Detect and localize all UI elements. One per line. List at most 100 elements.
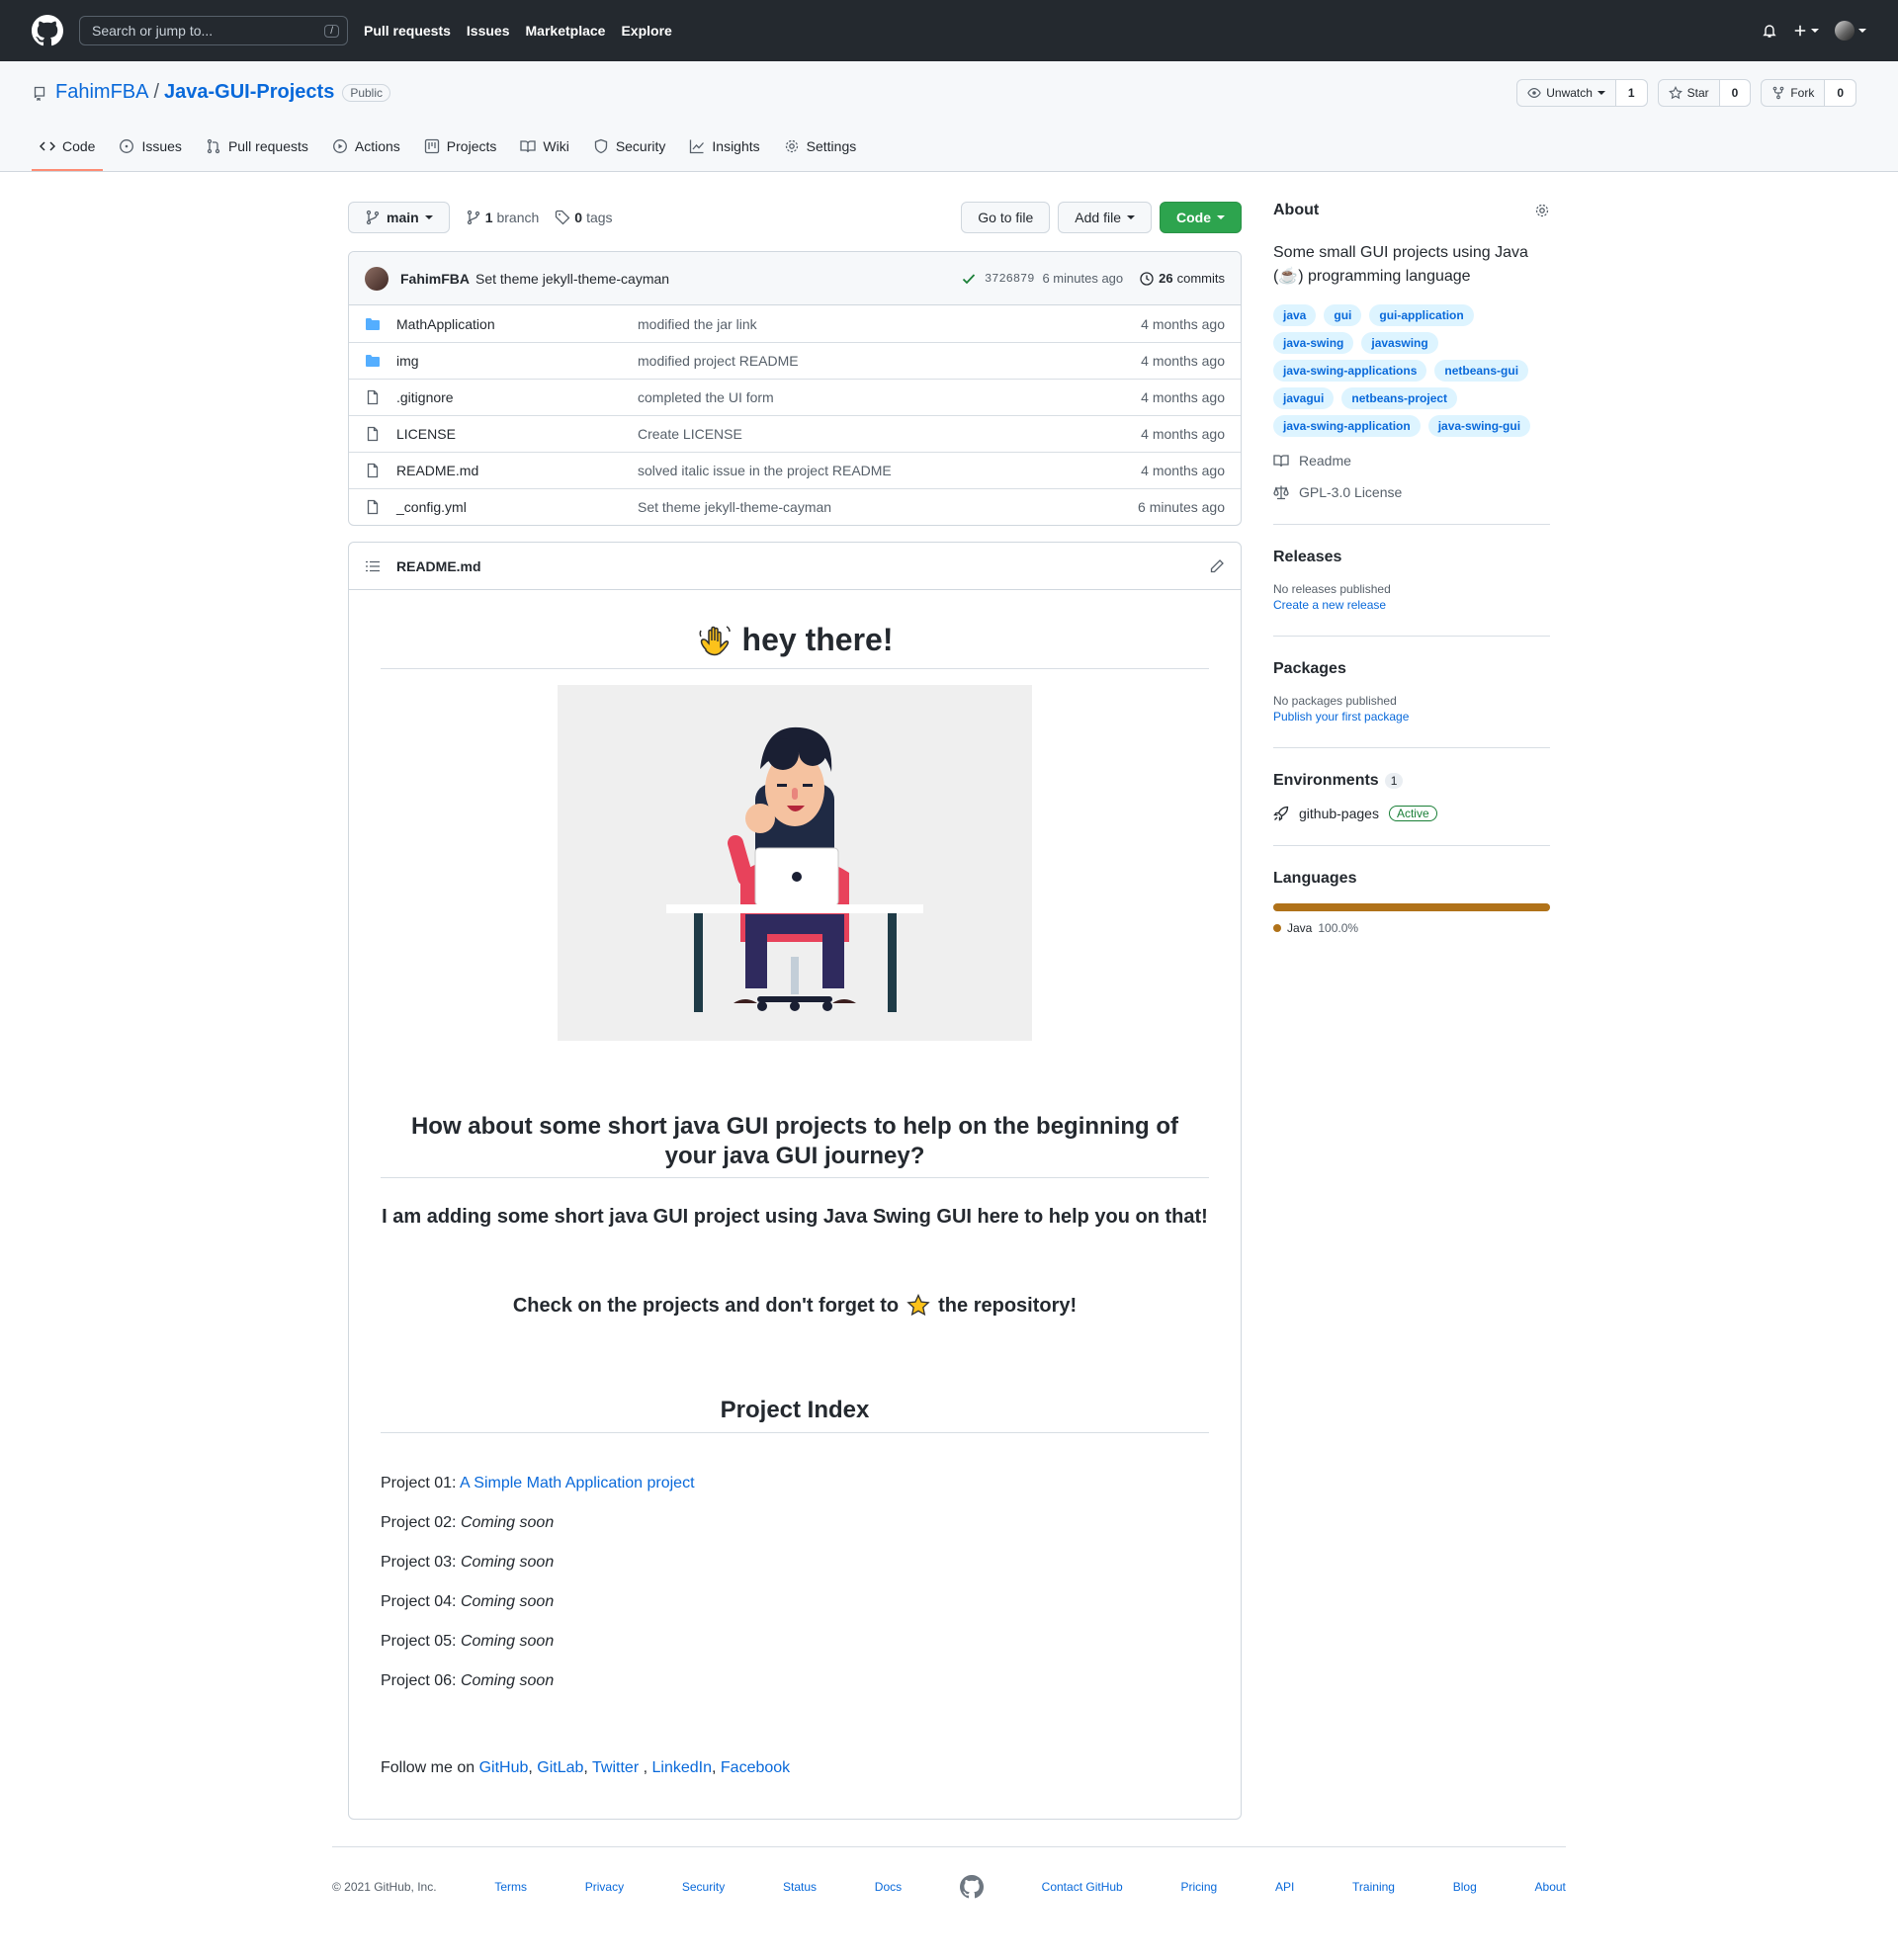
nav-marketplace[interactable]: Marketplace: [526, 23, 606, 39]
packages-heading-link[interactable]: Packages: [1273, 660, 1346, 678]
go-to-file-button[interactable]: Go to file: [961, 202, 1051, 233]
releases-section: Releases No releases published Create a …: [1273, 524, 1550, 612]
follow-github-link[interactable]: GitHub: [479, 1759, 529, 1776]
follow-twitter-link[interactable]: Twitter: [592, 1759, 639, 1776]
footer-link-contact[interactable]: Contact GitHub: [1042, 1880, 1123, 1894]
topic-tag[interactable]: java: [1273, 304, 1317, 326]
footer-link-terms[interactable]: Terms: [494, 1880, 527, 1894]
environment-link[interactable]: github-pages: [1299, 806, 1379, 821]
readme-link[interactable]: Readme: [1273, 453, 1550, 469]
fork-count[interactable]: 0: [1824, 80, 1855, 106]
code-button[interactable]: Code: [1160, 202, 1242, 233]
file-name-link[interactable]: README.md: [396, 463, 638, 478]
topic-tag[interactable]: java-swing-applications: [1273, 360, 1427, 382]
list-unordered-icon[interactable]: [365, 558, 381, 574]
commit-message-link[interactable]: Set theme jekyll-theme-cayman: [475, 271, 669, 287]
tab-code[interactable]: Code: [32, 124, 104, 171]
footer-link-api[interactable]: API: [1275, 1880, 1294, 1894]
repo-name-link[interactable]: Java-GUI-Projects: [164, 81, 334, 104]
footer-link-training[interactable]: Training: [1352, 1880, 1395, 1894]
branches-link[interactable]: 1 branch: [466, 210, 539, 225]
file-name-link[interactable]: MathApplication: [396, 316, 638, 332]
check-icon[interactable]: [961, 271, 977, 287]
footer-link-status[interactable]: Status: [783, 1880, 817, 1894]
gear-icon[interactable]: [1534, 203, 1550, 218]
user-menu-button[interactable]: [1835, 21, 1866, 41]
file-name-link[interactable]: img: [396, 353, 638, 369]
commit-sha-link[interactable]: 3726879: [985, 272, 1034, 286]
tab-issues[interactable]: Issues: [111, 124, 189, 171]
file-commit-message-link[interactable]: completed the UI form: [638, 389, 1141, 405]
tab-wiki[interactable]: Wiki: [512, 124, 576, 171]
publish-package-link[interactable]: Publish your first package: [1273, 710, 1550, 724]
file-row[interactable]: MathApplication modified the jar link 4 mo…: [349, 305, 1241, 342]
language-legend-item[interactable]: Java 100.0%: [1273, 921, 1550, 935]
commits-link[interactable]: 26 commits: [1139, 271, 1225, 287]
environments-heading-link[interactable]: Environments: [1273, 772, 1379, 790]
star-count[interactable]: 0: [1718, 80, 1751, 106]
topic-tag[interactable]: gui: [1324, 304, 1362, 326]
avatar[interactable]: [365, 266, 388, 291]
nav-issues[interactable]: Issues: [467, 23, 510, 39]
file-row[interactable]: _config.yml Set theme jekyll-theme-cayman…: [349, 488, 1241, 525]
star-button[interactable]: Star: [1659, 80, 1719, 106]
topic-tag[interactable]: java-swing: [1273, 332, 1354, 354]
topic-tag[interactable]: netbeans-gui: [1434, 360, 1529, 382]
topic-tag[interactable]: java-swing-gui: [1427, 415, 1531, 437]
file-row[interactable]: LICENSE Create LICENSE 4 months ago: [349, 415, 1241, 452]
github-mark-icon[interactable]: [959, 1874, 984, 1899]
project-status: Coming soon: [460, 1514, 555, 1531]
create-new-button[interactable]: [1793, 24, 1819, 38]
file-commit-message-link[interactable]: Set theme jekyll-theme-cayman: [638, 499, 1138, 515]
search-input[interactable]: Search or jump to... /: [79, 16, 348, 45]
releases-heading-link[interactable]: Releases: [1273, 549, 1341, 566]
license-link[interactable]: GPL-3.0 License: [1273, 484, 1550, 500]
file-name-link[interactable]: .gitignore: [396, 389, 638, 405]
tab-security[interactable]: Security: [585, 124, 674, 171]
topic-tag[interactable]: javaswing: [1361, 332, 1438, 354]
file-commit-message-link[interactable]: modified the jar link: [638, 316, 1141, 332]
fork-button[interactable]: Fork: [1762, 80, 1824, 106]
tab-actions[interactable]: Actions: [324, 124, 408, 171]
tab-pull-requests[interactable]: Pull requests: [198, 124, 316, 171]
tab-settings[interactable]: Settings: [776, 124, 865, 171]
file-name-link[interactable]: _config.yml: [396, 499, 638, 515]
readme-filename-link[interactable]: README.md: [396, 558, 481, 574]
file-commit-message-link[interactable]: solved italic issue in the project READM…: [638, 463, 1141, 478]
file-row[interactable]: README.md solved italic issue in the proj…: [349, 452, 1241, 488]
pencil-icon[interactable]: [1209, 558, 1225, 574]
footer-link-security[interactable]: Security: [682, 1880, 725, 1894]
file-row[interactable]: img modified project README 4 months ago: [349, 342, 1241, 379]
footer-link-privacy[interactable]: Privacy: [585, 1880, 624, 1894]
nav-explore[interactable]: Explore: [621, 23, 671, 39]
topic-tag[interactable]: netbeans-project: [1341, 387, 1458, 409]
topic-tag[interactable]: javagui: [1273, 387, 1335, 409]
watch-count[interactable]: 1: [1614, 80, 1647, 106]
file-commit-message-link[interactable]: modified project README: [638, 353, 1141, 369]
create-release-link[interactable]: Create a new release: [1273, 598, 1550, 612]
tags-link[interactable]: 0 tags: [555, 210, 613, 225]
bell-icon[interactable]: [1762, 23, 1777, 39]
footer-link-pricing[interactable]: Pricing: [1180, 1880, 1217, 1894]
footer-link-about[interactable]: About: [1535, 1880, 1566, 1894]
follow-gitlab-link[interactable]: GitLab: [537, 1759, 583, 1776]
tab-projects[interactable]: Projects: [416, 124, 505, 171]
repo-owner-link[interactable]: FahimFBA: [55, 81, 148, 104]
file-name-link[interactable]: LICENSE: [396, 426, 638, 442]
github-logo-icon[interactable]: [32, 15, 63, 46]
commit-author-link[interactable]: FahimFBA: [400, 271, 470, 287]
topic-tag[interactable]: java-swing-application: [1273, 415, 1421, 437]
unwatch-button[interactable]: Unwatch: [1517, 80, 1615, 106]
footer-link-blog[interactable]: Blog: [1453, 1880, 1477, 1894]
footer-link-docs[interactable]: Docs: [875, 1880, 902, 1894]
project-link[interactable]: A Simple Math Application project: [460, 1475, 694, 1491]
tab-insights[interactable]: Insights: [681, 124, 767, 171]
branch-select-button[interactable]: main: [348, 202, 450, 233]
follow-linkedin-link[interactable]: LinkedIn: [652, 1759, 713, 1776]
file-row[interactable]: .gitignore completed the UI form 4 months …: [349, 379, 1241, 415]
topic-tag[interactable]: gui-application: [1369, 304, 1474, 326]
nav-pull-requests[interactable]: Pull requests: [364, 23, 451, 39]
follow-facebook-link[interactable]: Facebook: [721, 1759, 790, 1776]
file-commit-message-link[interactable]: Create LICENSE: [638, 426, 1141, 442]
add-file-button[interactable]: Add file: [1058, 202, 1152, 233]
